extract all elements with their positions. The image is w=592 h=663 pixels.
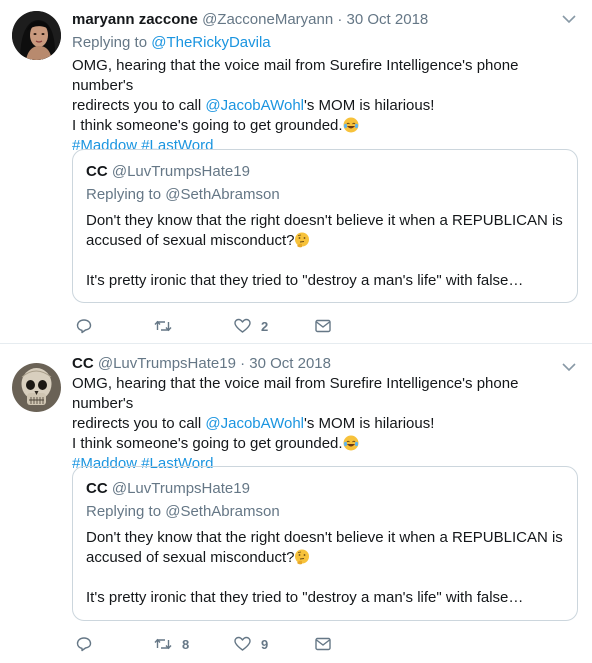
quoted-text-line: accused of sexual misconduct? xyxy=(86,231,564,251)
quoted-text-fragment: accused of sexual misconduct? xyxy=(86,232,295,249)
tweet-text: OMG, hearing that the voice mail from Su… xyxy=(72,374,580,474)
quoted-text-fragment: accused of sexual misconduct? xyxy=(86,549,295,566)
tweet-text: OMG, hearing that the voice mail from Su… xyxy=(72,56,580,156)
tweet-text-line: I think someone's going to get grounded. xyxy=(72,116,580,136)
tweet-text-line: I think someone's going to get grounded. xyxy=(72,434,580,454)
quoted-replying-to: @SethAbramson xyxy=(165,186,280,203)
replying-to-label: Replying to xyxy=(72,34,148,51)
tweet-actions: 2 xyxy=(72,316,372,336)
mention-link[interactable]: @JacobAWohl xyxy=(205,415,304,432)
mention-link[interactable]: @JacobAWohl xyxy=(205,97,304,114)
avatar[interactable] xyxy=(12,363,61,412)
tweet[interactable]: CC @LuvTrumpsHate19 · 30 Oct 2018 OMG, h… xyxy=(0,344,592,663)
tears-of-joy-emoji-icon xyxy=(343,435,359,451)
woman-portrait-avatar-icon xyxy=(12,11,61,60)
message-icon xyxy=(315,319,331,333)
message-icon xyxy=(315,637,331,651)
tears-of-joy-emoji-icon xyxy=(343,117,359,133)
reply-icon xyxy=(76,637,92,652)
author-name[interactable]: maryann zaccone xyxy=(72,11,198,28)
like-icon xyxy=(234,636,251,651)
tweet-text-line: redirects you to call @JacobAWohl's MOM … xyxy=(72,414,580,434)
tweet-text-fragment: 's MOM is hilarious! xyxy=(304,97,435,114)
like-count: 9 xyxy=(261,636,269,652)
retweet-count: 8 xyxy=(182,636,190,652)
like-icon xyxy=(234,318,251,333)
separator: · xyxy=(337,11,343,28)
replying-to-link[interactable]: @TheRickyDavila xyxy=(151,34,270,51)
quoted-replying-label: Replying to xyxy=(86,503,162,520)
reply-button[interactable] xyxy=(76,316,102,336)
tweet-text-fragment: redirects you to call xyxy=(72,97,206,114)
like-button[interactable]: 2 xyxy=(234,316,268,336)
reply-icon xyxy=(76,319,92,334)
thinking-face-emoji-icon xyxy=(295,549,310,565)
quoted-replying-label: Replying to xyxy=(86,186,162,203)
quoted-replying-to: @SethAbramson xyxy=(165,503,280,520)
author-handle[interactable]: @LuvTrumpsHate19 xyxy=(98,355,236,372)
avatar[interactable] xyxy=(12,11,61,60)
quoted-text-spacer xyxy=(86,251,564,271)
quoted-tweet[interactable]: CC @LuvTrumpsHate19 Replying to @SethAbr… xyxy=(72,466,578,621)
quoted-tweet[interactable]: CC @LuvTrumpsHate19 Replying to @SethAbr… xyxy=(72,149,578,303)
like-count: 2 xyxy=(261,318,269,334)
reply-button[interactable] xyxy=(76,634,102,654)
quoted-author-handle: @LuvTrumpsHate19 xyxy=(111,480,250,497)
quoted-text: Don't they know that the right doesn't b… xyxy=(86,528,564,608)
message-button[interactable] xyxy=(315,316,331,336)
tweet-text-fragment: redirects you to call xyxy=(72,415,206,432)
tweet[interactable]: maryann zaccone @ZacconeMaryann · 30 Oct… xyxy=(0,0,592,344)
quoted-author-handle: @LuvTrumpsHate19 xyxy=(111,163,250,180)
author-handle[interactable]: @ZacconeMaryann xyxy=(202,11,333,28)
quoted-text-line: It's pretty ironic that they tried to "d… xyxy=(86,589,524,606)
quoted-author-name: CC xyxy=(86,163,108,180)
chevron-down-icon[interactable] xyxy=(562,14,576,24)
tweet-text-fragment: I think someone's going to get grounded. xyxy=(72,435,343,452)
retweet-icon xyxy=(154,320,172,332)
thinking-face-emoji-icon xyxy=(295,232,310,248)
quoted-text-line: Don't they know that the right doesn't b… xyxy=(86,529,563,546)
quoted-text-line: Don't they know that the right doesn't b… xyxy=(86,212,563,229)
quoted-author-name: CC xyxy=(86,480,108,497)
retweet-button[interactable]: 8 xyxy=(154,634,189,654)
skull-avatar-icon xyxy=(12,363,61,412)
tweet-date[interactable]: 30 Oct 2018 xyxy=(347,11,429,28)
tweet-date[interactable]: 30 Oct 2018 xyxy=(249,355,331,372)
retweet-button[interactable] xyxy=(154,316,182,336)
message-button[interactable] xyxy=(315,634,331,654)
tweet-text-fragment: I think someone's going to get grounded. xyxy=(72,117,343,134)
tweet-text-line: redirects you to call @JacobAWohl's MOM … xyxy=(72,96,580,116)
quoted-text-line: accused of sexual misconduct? xyxy=(86,548,564,568)
quoted-text-line: It's pretty ironic that they tried to "d… xyxy=(86,272,524,289)
like-button[interactable]: 9 xyxy=(234,634,268,654)
tweet-text-line: OMG, hearing that the voice mail from Su… xyxy=(72,57,519,94)
retweet-icon xyxy=(154,638,172,650)
author-name[interactable]: CC xyxy=(72,355,94,372)
tweet-actions: 8 9 xyxy=(72,634,372,654)
quoted-text-spacer xyxy=(86,568,564,588)
tweet-text-fragment: 's MOM is hilarious! xyxy=(304,415,435,432)
tweet-text-line: OMG, hearing that the voice mail from Su… xyxy=(72,375,519,412)
separator: · xyxy=(240,355,246,372)
quoted-text: Don't they know that the right doesn't b… xyxy=(86,211,564,291)
chevron-down-icon[interactable] xyxy=(562,362,576,372)
